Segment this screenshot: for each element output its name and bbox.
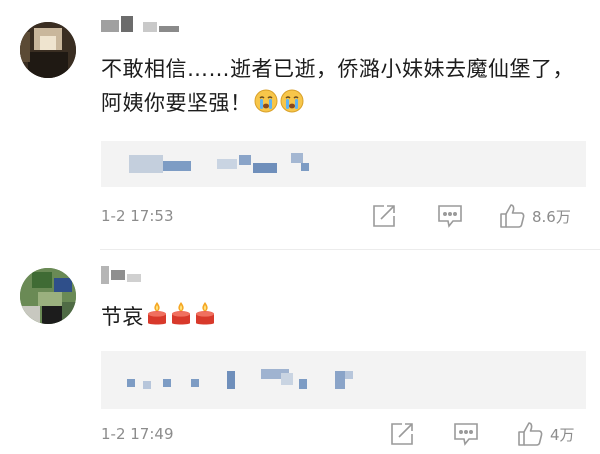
comment-time: 1-2 17:53 — [101, 207, 174, 225]
comment-bubble-icon — [436, 203, 464, 229]
share-icon — [370, 203, 398, 229]
like-count: 8.6万 — [532, 207, 571, 226]
comment-item: 不敢相信……逝者已逝，侨潞小妹妹去魔仙堡了，阿姨你要坚强！ 1-2 17:53 … — [0, 0, 600, 250]
share-button[interactable] — [388, 421, 416, 447]
reply-button[interactable] — [452, 421, 480, 447]
like-count: 4万 — [550, 425, 575, 444]
comment-time: 1-2 17:49 — [101, 425, 174, 443]
share-icon — [388, 421, 416, 447]
candle-icon — [146, 301, 168, 337]
comment-text: 不敢相信……逝者已逝，侨潞小妹妹去魔仙堡了，阿姨你要坚强！ — [101, 52, 581, 123]
thumbs-up-icon — [498, 202, 526, 230]
comment-text: 节哀 — [101, 300, 581, 337]
crying-face-icon — [254, 89, 278, 123]
reply-preview-box[interactable] — [101, 141, 586, 187]
like-button[interactable]: 4万 — [516, 420, 575, 448]
comment-bubble-icon — [452, 421, 480, 447]
share-button[interactable] — [370, 203, 398, 229]
crying-face-icon — [280, 89, 304, 123]
username[interactable] — [101, 14, 191, 34]
candle-icon — [170, 301, 192, 337]
like-button[interactable]: 8.6万 — [498, 202, 571, 230]
reply-preview-box[interactable] — [101, 351, 586, 409]
comment-item: 节哀 1-2 17:49 4万 — [0, 250, 600, 454]
avatar[interactable] — [20, 22, 76, 78]
thumbs-up-icon — [516, 420, 544, 448]
candle-icon — [194, 301, 216, 337]
username[interactable] — [101, 264, 171, 284]
reply-button[interactable] — [436, 203, 464, 229]
avatar[interactable] — [20, 268, 76, 324]
